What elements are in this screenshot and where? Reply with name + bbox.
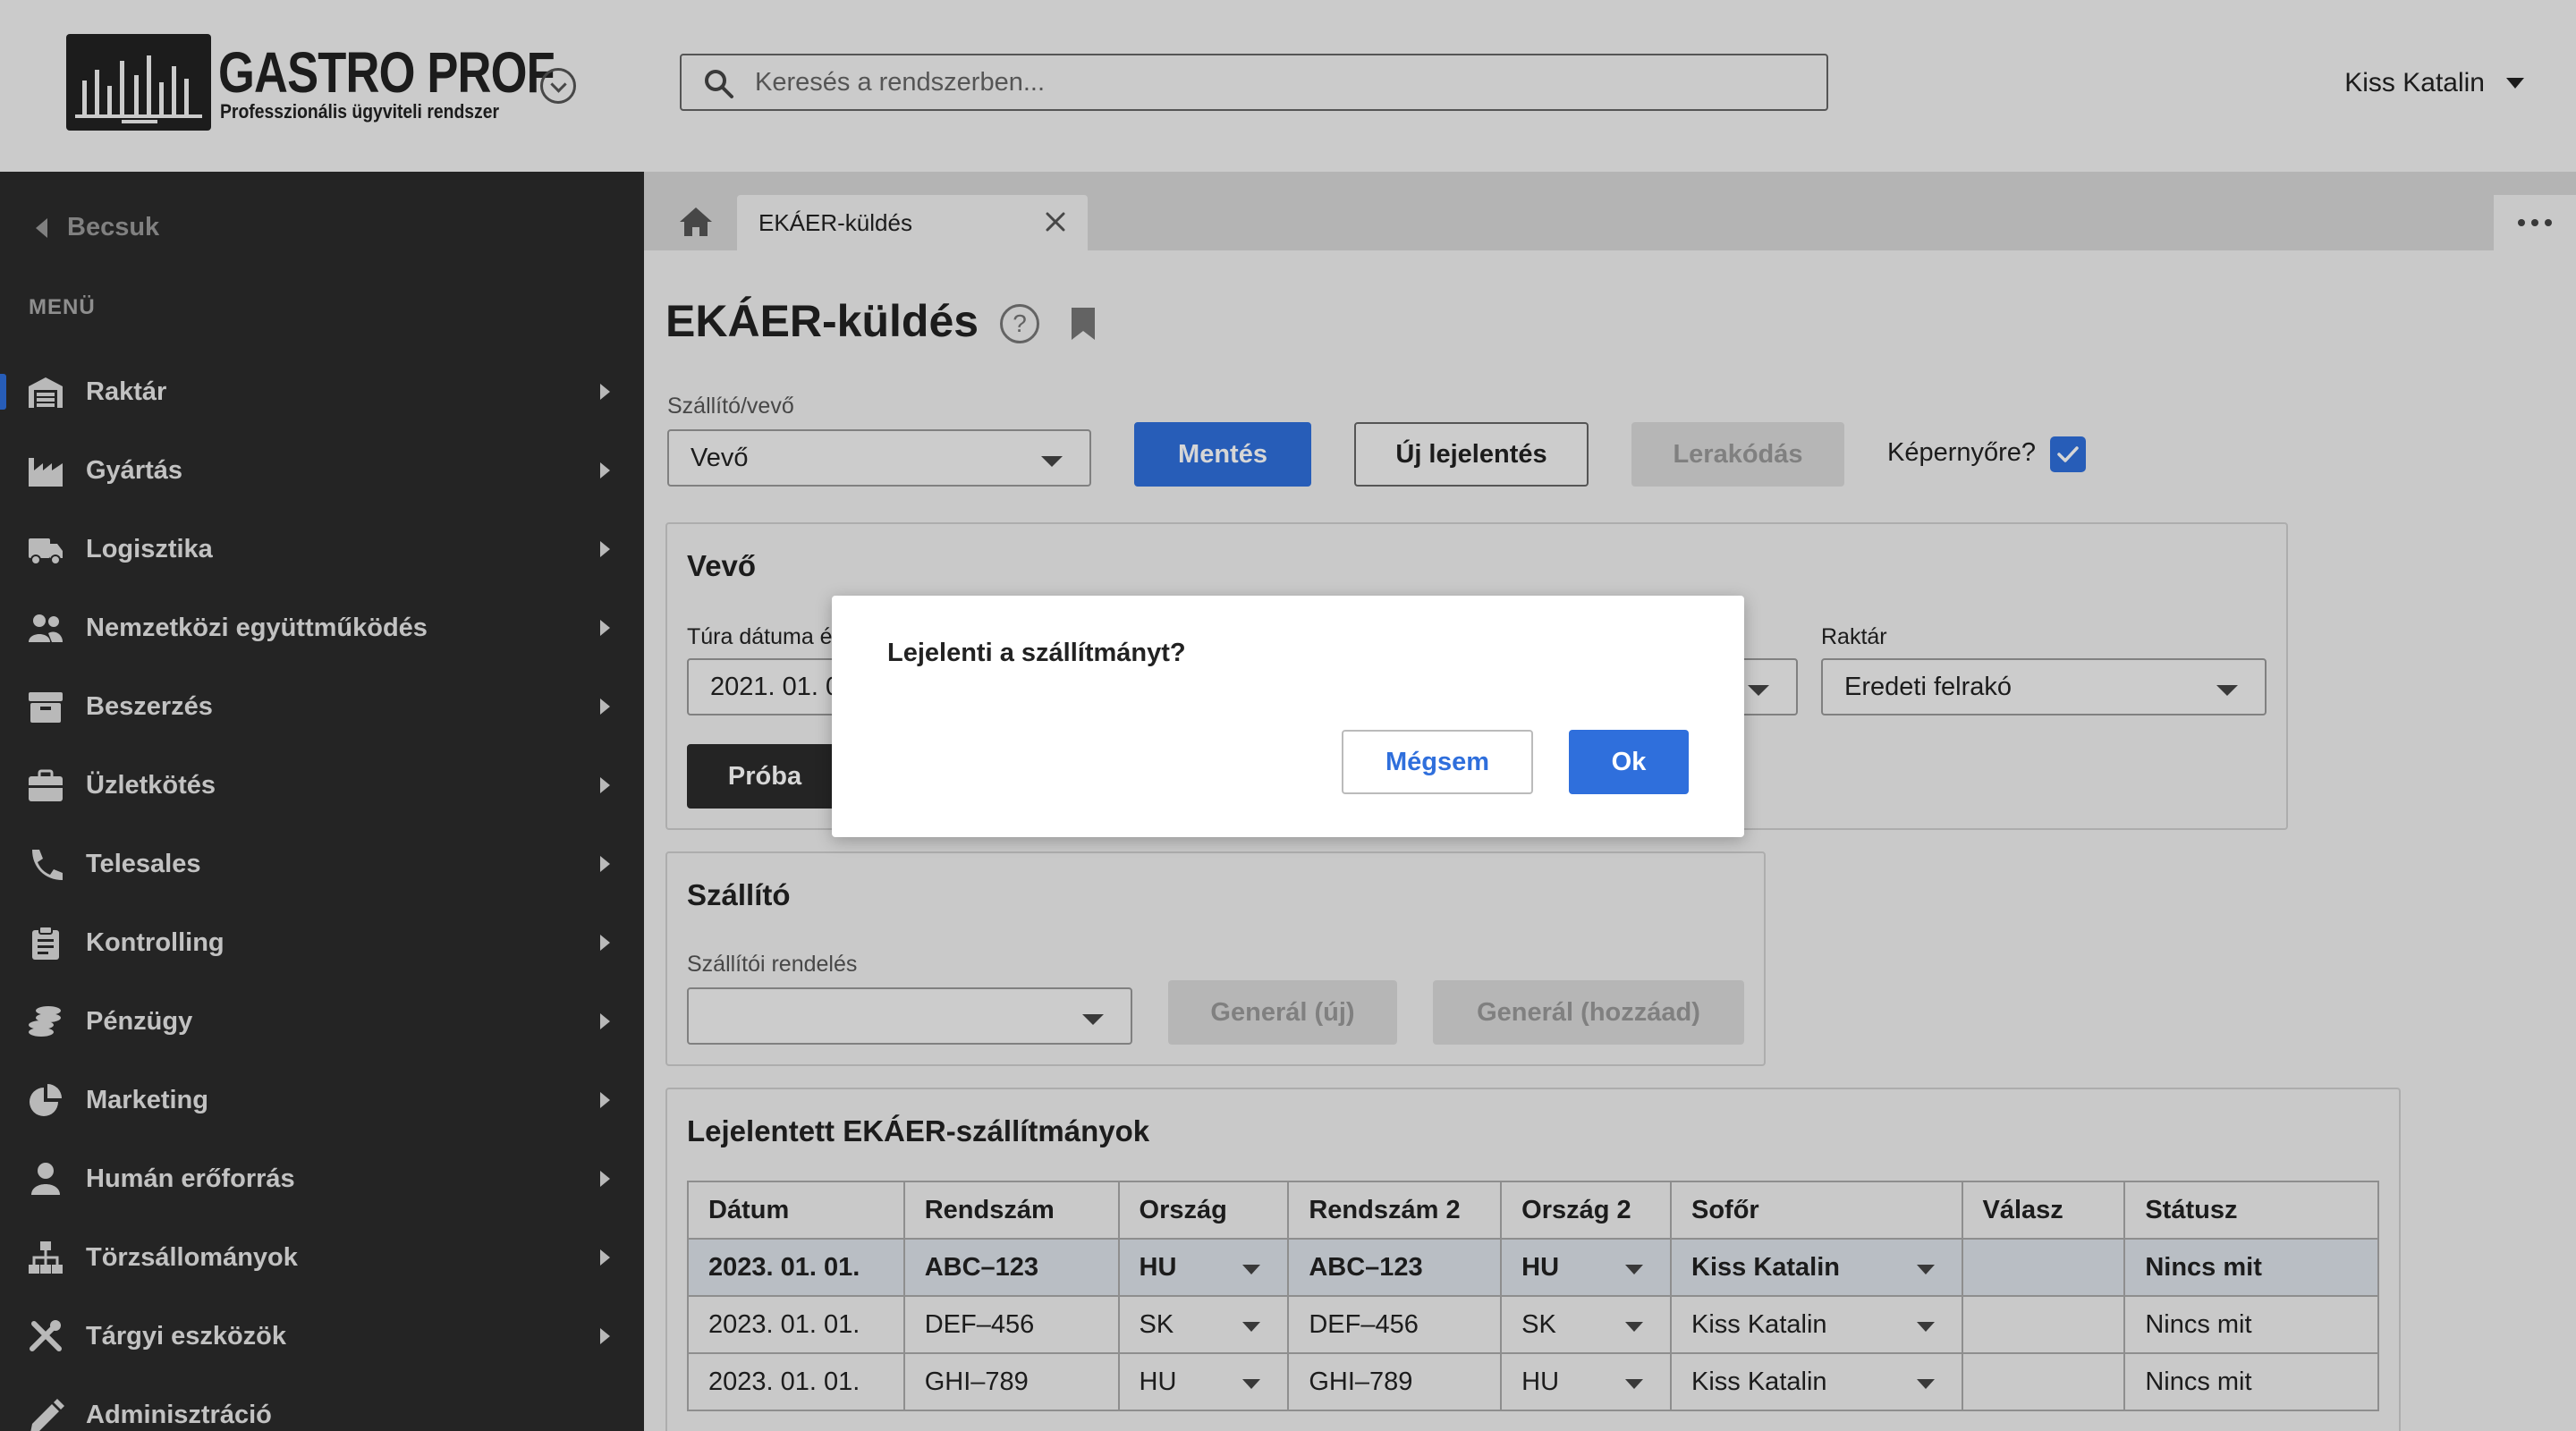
dialog-message: Lejelenti a szállítmányt? bbox=[887, 639, 1186, 667]
ok-button[interactable]: Ok bbox=[1569, 730, 1689, 794]
confirm-dialog: Lejelenti a szállítmányt? Mégsem Ok bbox=[832, 596, 1744, 837]
cancel-button[interactable]: Mégsem bbox=[1342, 730, 1533, 794]
